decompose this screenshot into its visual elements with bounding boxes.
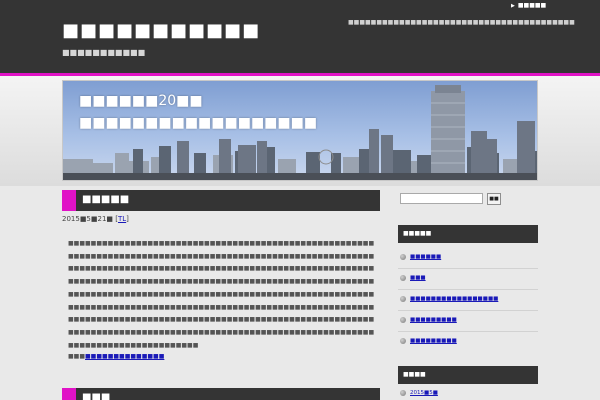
header-top-link-label: ■■■■■: [517, 2, 547, 9]
search-button[interactable]: ■■: [487, 193, 501, 205]
archive-link-item[interactable]: 2015■5■: [400, 390, 438, 397]
widget-title-bar: ■■■■■: [398, 225, 538, 243]
header-tagline: ■■■■■■■■■■■■■■■■■■■■■■■■■■■■■■■■■■■■■■■■: [348, 19, 575, 26]
widget-title-bar-2: ■■■■: [398, 366, 538, 384]
sidebar-link-item[interactable]: ■■■■■■■■■: [400, 338, 457, 345]
widget-title-2: ■■■■: [403, 371, 426, 378]
post-title-accent: [62, 190, 76, 211]
site-header: ■■■■■■■■■■■ ■■■■■■■■■■■ ■■■■■■■■■■■■■■■■…: [0, 0, 600, 73]
banner-headline-line-2: ■■■■■■■■■■■■■■■■■■: [79, 115, 318, 131]
post-meta-close: ]: [126, 215, 129, 223]
post-title-bar: ■■■■■: [62, 190, 380, 211]
post-link-line: ■■■■■■■■■■■■■■■■■: [68, 353, 164, 360]
search-input[interactable]: [400, 193, 483, 204]
widget-title: ■■■■■: [403, 230, 432, 237]
sidebar-link-label: ■■■■■■■■■: [410, 338, 457, 344]
sidebar-divider: [398, 268, 538, 269]
post-date: 2015■5■21■ [: [62, 215, 118, 223]
post-meta-link[interactable]: TL: [118, 215, 126, 223]
bullet-icon: [400, 275, 406, 281]
bullet-icon: [400, 338, 406, 344]
post-title[interactable]: ■■■■■: [82, 194, 129, 205]
sidebar-link-item[interactable]: ■■■■■■■■■: [400, 317, 457, 324]
site-title[interactable]: ■■■■■■■■■■■: [62, 20, 260, 41]
header-banner: ■■■■■■20■■ ■■■■■■■■■■■■■■■■■■: [62, 80, 538, 181]
post-title-accent-2: [62, 388, 76, 400]
sidebar-link-label: ■■■■■■■■■: [410, 317, 457, 323]
archive-link-label: 2015■5■: [410, 390, 438, 396]
triangle-right-icon: ▶: [511, 3, 515, 9]
sidebar-divider: [398, 331, 538, 332]
sidebar-link-item[interactable]: ■■■: [400, 275, 426, 282]
post-title-bar-2: ■■■: [62, 388, 380, 400]
post-title-2[interactable]: ■■■: [82, 392, 110, 400]
site-description: ■■■■■■■■■■■: [62, 48, 146, 57]
sidebar-link-item[interactable]: ■■■■■■: [400, 254, 441, 261]
sidebar-divider: [398, 289, 538, 290]
sidebar-link-label: ■■■■■■■■■■■■■■■■■: [410, 296, 499, 302]
bullet-icon: [400, 254, 406, 260]
post-body: ■■■■■■■■■■■■■■■■■■■■■■■■■■■■■■■■■■■■■■■■…: [68, 240, 375, 349]
sidebar-divider: [398, 310, 538, 311]
post-meta: 2015■5■21■ [TL]: [62, 215, 129, 223]
bullet-icon: [400, 296, 406, 302]
bullet-icon: [400, 317, 406, 323]
sidebar-link-label: ■■■: [410, 275, 426, 281]
header-top-link[interactable]: ▶ ■■■■■: [511, 2, 546, 9]
banner-headline-line-1: ■■■■■■20■■: [79, 93, 203, 109]
sidebar-link-label: ■■■■■■: [410, 254, 442, 260]
bullet-icon: [400, 390, 406, 396]
post-link[interactable]: ■■■■■■■■■■■■■■: [85, 353, 164, 360]
post-link-prefix: ■■■: [68, 353, 86, 360]
sidebar-link-item[interactable]: ■■■■■■■■■■■■■■■■■: [400, 296, 498, 303]
